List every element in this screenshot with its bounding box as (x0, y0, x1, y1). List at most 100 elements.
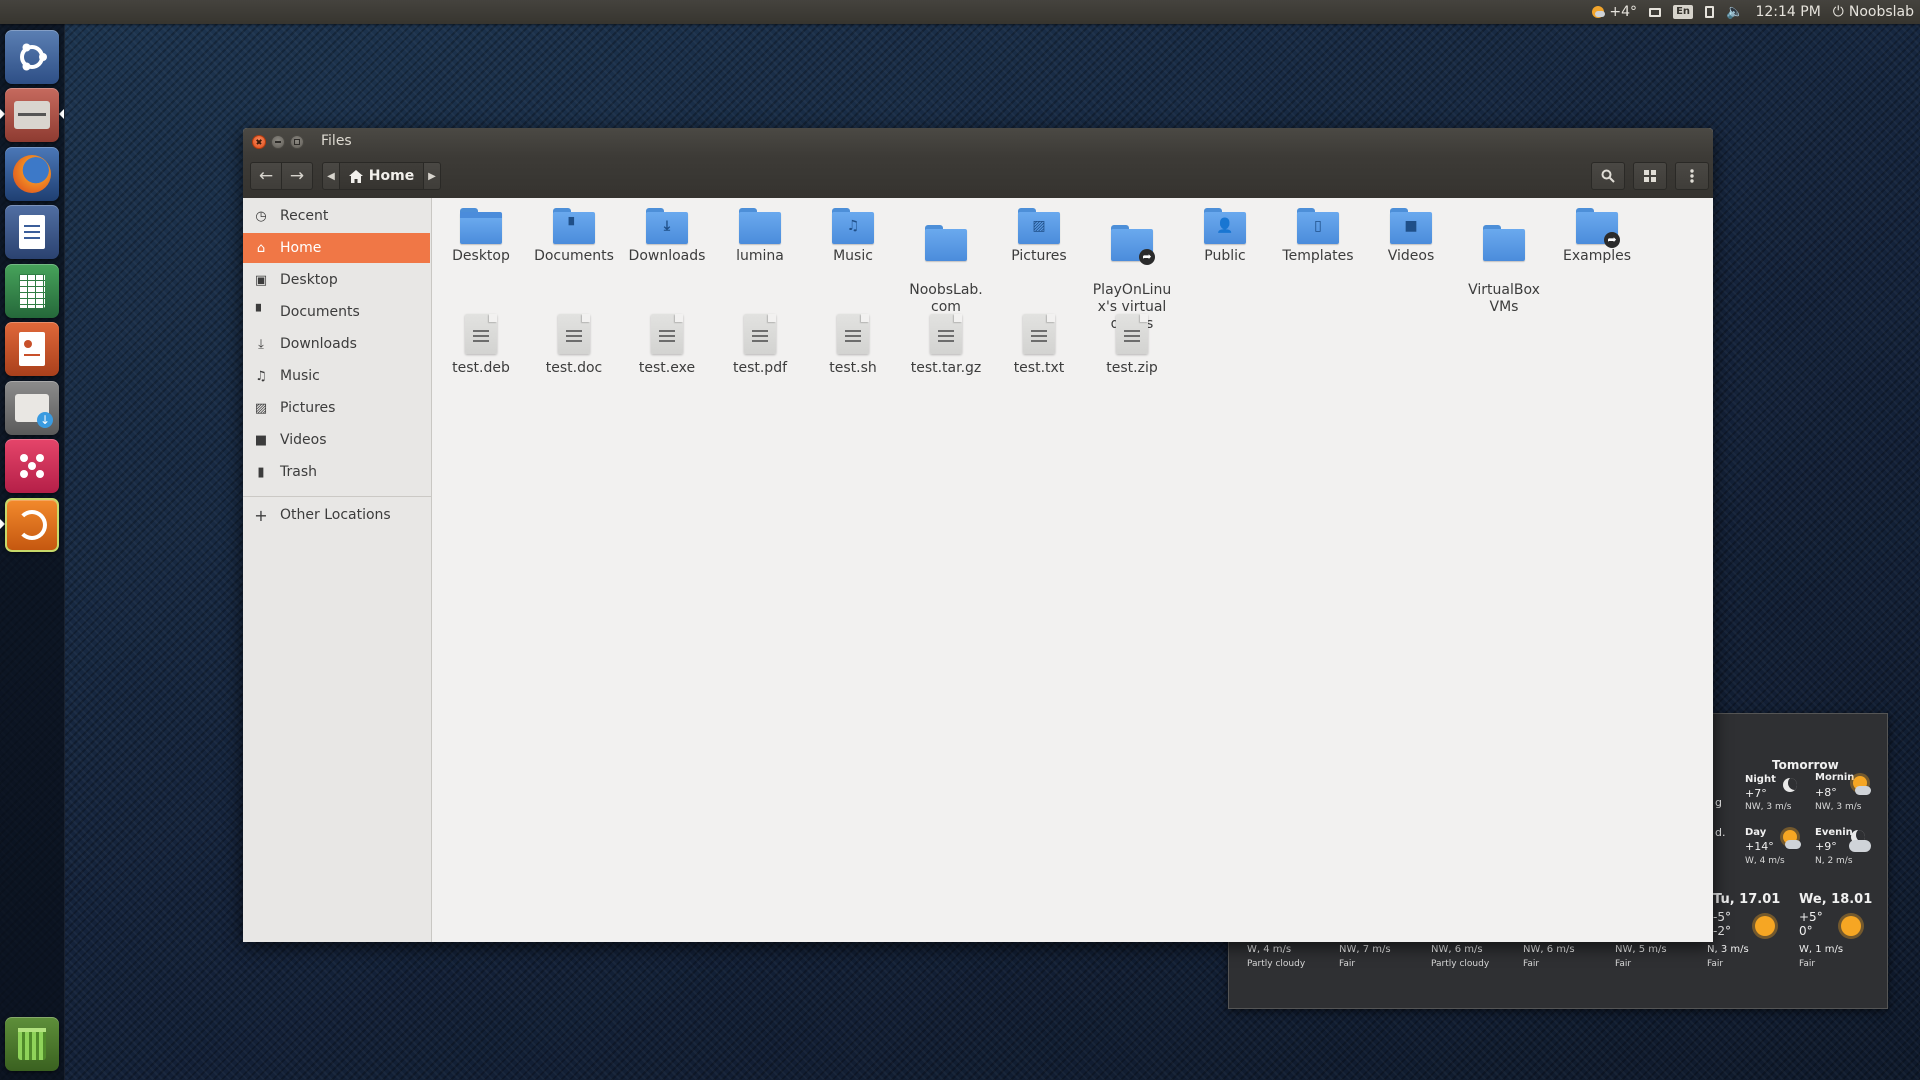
folder-pictures[interactable]: ▨ Pictures (992, 198, 1086, 265)
sidebar-item-recent[interactable]: ◷ Recent (243, 201, 430, 231)
firefox-icon (13, 155, 51, 193)
forecast-wind-7: W, 1 m/s (1799, 944, 1844, 955)
folder-label: VirtualBox VMs (1468, 282, 1540, 315)
software-updater-launcher-button[interactable] (5, 498, 59, 552)
sidebar-item-documents[interactable]: ▘ Documents (243, 297, 430, 327)
tweak-launcher-button[interactable] (5, 439, 59, 493)
menu-button[interactable] (1675, 162, 1709, 190)
templates-folder-icon: ▯ (1297, 208, 1339, 244)
morning-temp: +8° (1815, 786, 1837, 799)
sidebar-item-videos[interactable]: ■ Videos (243, 425, 430, 455)
path-scroll-left-button[interactable]: ◀ (322, 162, 340, 190)
calc-launcher-button[interactable] (5, 264, 59, 318)
folder-label: Videos (1387, 248, 1435, 264)
search-button[interactable] (1591, 162, 1625, 190)
keyboard-indicator[interactable]: En (1673, 5, 1694, 19)
sidebar-item-desktop[interactable]: ▣ Desktop (243, 265, 430, 295)
grid-icon (1644, 170, 1656, 182)
file-icon-view[interactable]: Desktop ▘ Documents ⤓ Downloads lumina ♫… (432, 198, 1713, 942)
folder-public[interactable]: 👤 Public (1178, 198, 1272, 265)
files-launcher-button[interactable] (5, 88, 59, 142)
sidebar-item-trash[interactable]: ▮ Trash (243, 457, 430, 487)
morning-wind: NW, 3 m/s (1815, 802, 1862, 812)
writer-launcher-button[interactable] (5, 205, 59, 259)
file-test-zip[interactable]: test.zip (1085, 306, 1179, 377)
link-folder-icon: ➦ (1576, 208, 1620, 248)
minimize-window-button[interactable] (271, 135, 285, 149)
path-scroll-right-button[interactable]: ▶ (423, 162, 441, 190)
view-toggle-button[interactable] (1633, 162, 1667, 190)
screen-icon (1649, 7, 1662, 17)
file-test-deb[interactable]: test.deb (434, 306, 528, 377)
sidebar-item-music[interactable]: ♫ Music (243, 361, 430, 391)
ubuntu-dash-button[interactable] (5, 30, 59, 84)
day-temp: +14° (1745, 840, 1774, 853)
file-test-pdf[interactable]: test.pdf (713, 306, 807, 377)
places-sidebar: ◷ Recent ⌂ Home ▣ Desktop ▘ Documents ⤓ … (243, 198, 432, 942)
clock-icon: ◷ (255, 208, 267, 224)
file-label: test.deb (452, 360, 510, 376)
forecast-cond-6: Fair (1707, 959, 1724, 969)
sidebar-item-other-locations[interactable]: + Other Locations (243, 500, 430, 530)
session-indicator[interactable]: ⏻ Noobslab (1833, 4, 1914, 20)
path-home-button[interactable]: Home (339, 162, 424, 190)
folder-downloads[interactable]: ⤓ Downloads (620, 198, 714, 265)
maximize-window-button[interactable] (290, 135, 304, 149)
sound-indicator[interactable]: 🔈 (1726, 4, 1743, 20)
user-name-label: Noobslab (1848, 4, 1914, 20)
folder-music[interactable]: ♫ Music (806, 198, 900, 265)
forecast-wind-4: NW, 6 m/s (1523, 944, 1575, 955)
forecast-cond-2: Fair (1339, 959, 1356, 969)
close-window-button[interactable] (252, 135, 266, 149)
folder-documents[interactable]: ▘ Documents (527, 198, 621, 265)
clock-indicator[interactable]: 12:14 PM (1755, 4, 1820, 20)
file-test-exe[interactable]: test.exe (620, 306, 714, 377)
sidebar-item-home[interactable]: ⌂ Home (243, 233, 430, 263)
file-label: test.zip (1106, 360, 1158, 376)
forecast-wind-3: NW, 6 m/s (1431, 944, 1483, 955)
text-file-icon (1116, 314, 1148, 354)
text-file-icon (930, 314, 962, 354)
sidebar-item-pictures[interactable]: ▨ Pictures (243, 393, 430, 423)
sidebar-divider (243, 496, 431, 497)
launcher: ↓ (0, 24, 65, 1080)
files-window: Files ← → ◀ Home ▶ ◷ Recent ⌂ Home ▣ Des… (243, 128, 1713, 942)
edge-label-2: d. (1715, 826, 1726, 839)
folder-virtualbox-vms[interactable]: VirtualBox VMs (1457, 198, 1551, 333)
we-sun-icon (1841, 916, 1861, 936)
file-test-txt[interactable]: test.txt (992, 306, 1086, 377)
evening-cloud-icon (1849, 840, 1871, 852)
folder-templates[interactable]: ▯ Templates (1271, 198, 1365, 265)
folder-lumina[interactable]: lumina (713, 198, 807, 265)
trash-launcher-button[interactable] (5, 1017, 59, 1071)
file-test-sh[interactable]: test.sh (806, 306, 900, 377)
day-we-low: 0° (1799, 924, 1813, 938)
firefox-launcher-button[interactable] (5, 147, 59, 201)
display-indicator[interactable] (1649, 7, 1662, 17)
software-center-launcher-button[interactable]: ↓ (5, 381, 59, 435)
search-icon (1601, 169, 1615, 183)
folder-videos[interactable]: ■ Videos (1364, 198, 1458, 265)
spreadsheet-icon (19, 274, 45, 308)
folder-examples[interactable]: ➦ Examples (1550, 198, 1644, 265)
folder-desktop[interactable]: Desktop (434, 198, 528, 265)
sidebar-item-downloads[interactable]: ⤓ Downloads (243, 329, 430, 359)
window-title: Files (321, 133, 352, 149)
file-test-doc[interactable]: test.doc (527, 306, 621, 377)
document-icon: ▘ (256, 304, 266, 320)
weather-indicator[interactable]: +4° (1592, 4, 1637, 20)
text-file-icon (465, 314, 497, 354)
back-button[interactable]: ← (250, 162, 282, 190)
forward-button[interactable]: → (281, 162, 313, 190)
battery-indicator[interactable] (1705, 6, 1715, 18)
window-titlebar[interactable]: Files (243, 128, 1713, 156)
weather-sun-icon (1592, 6, 1606, 18)
sidebar-item-label: Other Locations (280, 507, 391, 523)
day-we-high: +5° (1799, 910, 1823, 924)
impress-launcher-button[interactable] (5, 322, 59, 376)
text-file-icon (837, 314, 869, 354)
sidebar-item-label: Home (280, 240, 322, 256)
file-test-tar-gz[interactable]: test.tar.gz (899, 306, 993, 377)
home-icon: ⌂ (256, 240, 266, 256)
trash-icon (18, 1028, 46, 1060)
